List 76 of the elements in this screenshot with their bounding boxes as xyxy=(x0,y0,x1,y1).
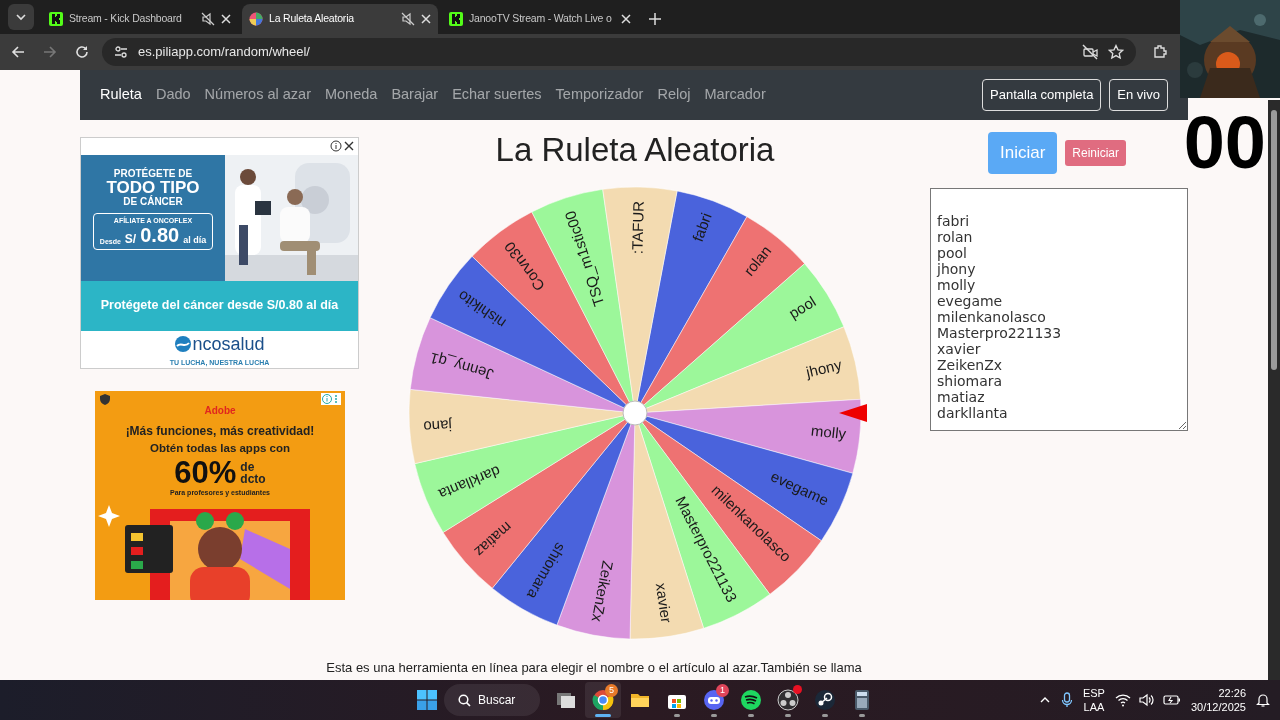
k-logo-icon xyxy=(449,12,463,26)
info-icon[interactable] xyxy=(321,393,341,405)
forward-icon[interactable] xyxy=(42,44,58,60)
nav-link[interactable]: Ruleta xyxy=(100,84,142,106)
tab-list-icon[interactable] xyxy=(8,4,34,30)
names-field[interactable]: fabri rolan pool jhony molly evegame milenkanolasco Masterpro221133 xavier ZeikenZx shiomara matiaz darkllanta xyxy=(930,187,1188,431)
nav-link[interactable]: Dado xyxy=(155,84,191,106)
reload-icon[interactable] xyxy=(74,44,90,60)
address-bar[interactable]: es.piliapp.com/random/wheel/ xyxy=(102,38,1136,66)
speaker-icon[interactable] xyxy=(1138,693,1155,707)
camera-off-icon[interactable] xyxy=(1082,44,1098,60)
windows-start-icon[interactable] xyxy=(416,689,438,711)
price-value: 0.80 xyxy=(140,224,180,246)
new-tab-icon[interactable] xyxy=(648,12,662,26)
close-icon[interactable] xyxy=(344,141,354,152)
discount-unit: de xyxy=(240,460,256,473)
game-platform-icon xyxy=(814,689,836,711)
search-field[interactable]: Buscar xyxy=(444,684,540,716)
currency-label: S/ xyxy=(124,233,137,246)
wifi-icon[interactable] xyxy=(1114,693,1131,707)
ad-headline: DE CÁNCER xyxy=(123,196,183,208)
browser-tab[interactable]: La Ruleta Aleatoria xyxy=(242,4,438,34)
music-icon xyxy=(740,689,762,711)
ad-caption: Protégete del cáncer desde S/0.80 al día xyxy=(81,280,358,331)
clock-date[interactable]: 30/12/2025 xyxy=(1190,700,1246,715)
notification-badge: 1 xyxy=(716,684,729,697)
description-text: Esta es una herramienta en línea para elegir el nombre o el artículo al azar.También se llama xyxy=(326,659,862,678)
battery-icon[interactable] xyxy=(1162,693,1181,707)
nav-button[interactable]: Pantalla completa xyxy=(982,79,1102,111)
language-label[interactable]: ESP xyxy=(1082,685,1105,700)
bell-icon[interactable] xyxy=(1256,693,1270,707)
ad-subline: Obtén todas las apps con xyxy=(150,441,290,456)
chat-icon xyxy=(703,689,725,711)
discount-unit: dcto xyxy=(240,472,266,485)
tab-title: La Ruleta Aleatoria xyxy=(269,11,355,27)
tab-title: Stream - Kick Dashboard xyxy=(69,11,183,27)
search-icon xyxy=(458,693,471,707)
wheel-hub xyxy=(622,400,648,426)
nav-link[interactable]: Moneda xyxy=(324,84,378,106)
tab-title: JanooTV Stream - Watch Live o xyxy=(469,11,613,27)
clock-time[interactable]: 22:26 xyxy=(1218,685,1246,700)
discount-value: 60% xyxy=(174,457,237,489)
url-text: es.piliapp.com/random/wheel/ xyxy=(138,43,310,62)
language-label[interactable]: LAA xyxy=(1083,700,1105,715)
scrollbar[interactable] xyxy=(1268,100,1280,680)
site-settings-icon[interactable] xyxy=(114,45,128,59)
nav-link[interactable]: Reloj xyxy=(657,84,691,106)
page-title: La Ruleta Aleatoria xyxy=(495,132,775,169)
browser-tab[interactable]: Stream - Kick Dashboard xyxy=(42,4,238,34)
k-logo-icon xyxy=(49,12,63,26)
nav-link[interactable]: Echar suertes xyxy=(452,84,542,106)
browser-icon xyxy=(592,689,614,711)
microphone-icon[interactable] xyxy=(1060,692,1073,708)
back-icon[interactable] xyxy=(10,44,26,60)
nav-link[interactable]: Temporizador xyxy=(555,84,644,106)
extensions-icon[interactable] xyxy=(1152,44,1168,60)
wheel-icon xyxy=(249,12,263,26)
shield-icon xyxy=(99,393,111,405)
info-icon[interactable] xyxy=(330,140,342,153)
price-label: al día xyxy=(183,236,207,246)
taskbar-app[interactable]: 1 xyxy=(696,682,732,718)
nav-link[interactable]: Números al azar xyxy=(204,84,311,106)
ad-headline: ¡Más funciones, más creatividad! xyxy=(125,423,315,440)
countdown-timer: 00 xyxy=(1183,106,1266,180)
notification-badge: 5 xyxy=(605,684,618,697)
pointer-icon xyxy=(839,404,867,423)
logo-icon xyxy=(174,335,193,353)
star-icon[interactable] xyxy=(1108,44,1124,60)
nav-link[interactable]: Marcador xyxy=(704,84,766,106)
nav-link[interactable]: Barajar xyxy=(391,84,439,106)
ad-headline: PROTÉGETE DE xyxy=(113,168,193,180)
brand-name: Adobe xyxy=(204,404,236,418)
nav-button[interactable]: En vivo xyxy=(1109,79,1168,111)
record-icon xyxy=(777,689,799,711)
browser-tab[interactable]: JanooTV Stream - Watch Live o xyxy=(442,4,638,34)
brand-name: ncosalud xyxy=(192,332,265,356)
